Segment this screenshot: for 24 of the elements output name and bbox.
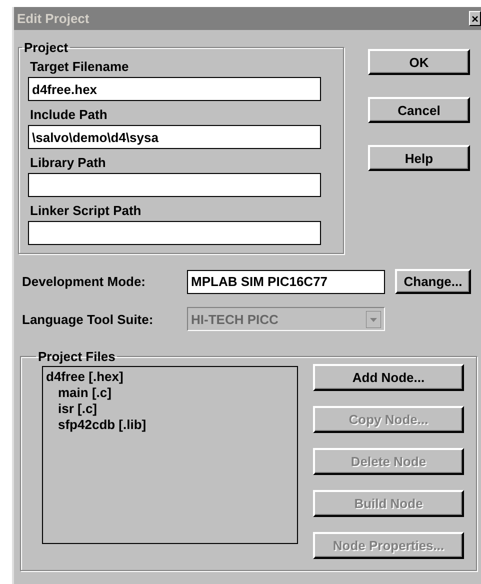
dialog-button[interactable]: Help <box>368 145 470 171</box>
input-field[interactable]: MPLAB SIM PIC16C77 <box>187 270 385 294</box>
tree-item[interactable]: isr [.c] <box>58 401 98 416</box>
dialog-button[interactable]: OK <box>368 49 470 75</box>
field-label: Development Mode: <box>22 274 147 289</box>
group-title: Project <box>23 40 70 55</box>
close-button[interactable]: × <box>469 11 481 26</box>
input-field[interactable] <box>28 221 321 245</box>
field-label: Library Path <box>30 155 107 170</box>
dialog-button[interactable]: Cancel <box>368 97 470 123</box>
window-title: Edit Project <box>16 11 90 26</box>
field-label: Linker Script Path <box>30 203 142 218</box>
change-button[interactable]: Change... <box>395 269 471 294</box>
input-field[interactable]: d4free.hex <box>28 77 321 101</box>
node-button[interactable]: Add Node... <box>313 364 464 391</box>
field-label: Target Filename <box>30 59 130 74</box>
input-field[interactable]: \salvo\demo\d4\sysa <box>28 125 321 149</box>
field-label: Include Path <box>30 107 108 122</box>
tree-item[interactable]: main [.c] <box>58 385 112 400</box>
group-title: Project Files <box>37 349 116 364</box>
input-field[interactable] <box>28 173 321 197</box>
tree-item[interactable]: sfp42cdb [.lib] <box>58 417 146 432</box>
field-label: Language Tool Suite: <box>22 312 154 326</box>
tree-item[interactable]: d4free [.hex] <box>46 369 124 384</box>
